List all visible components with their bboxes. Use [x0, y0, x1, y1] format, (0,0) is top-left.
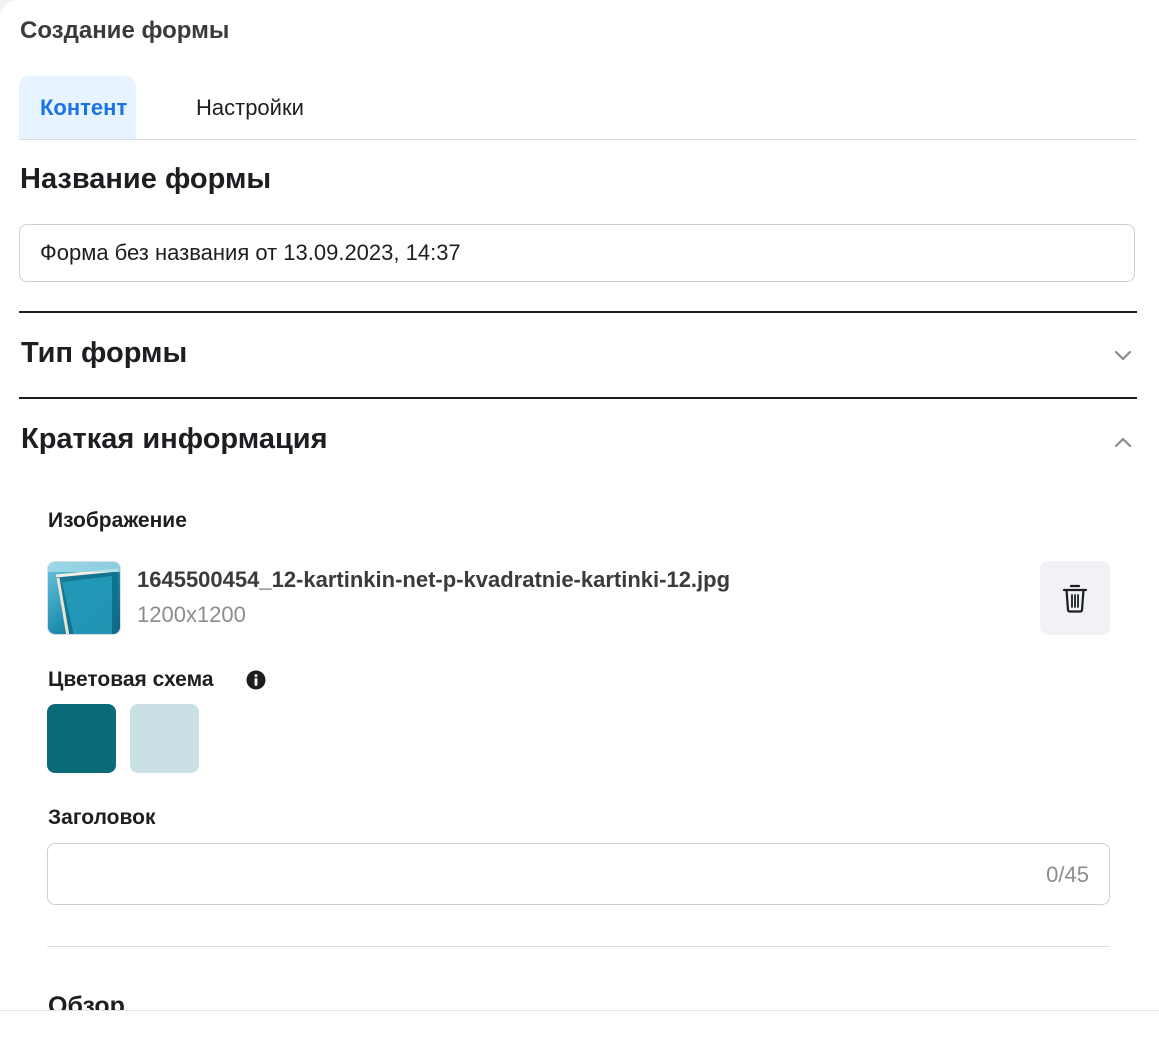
- headline-input[interactable]: 0/45: [47, 843, 1110, 905]
- form-name-title: Название формы: [20, 163, 272, 195]
- color-swatch-primary[interactable]: [47, 704, 116, 773]
- chevron-down-icon[interactable]: [1108, 341, 1138, 371]
- tab-bar: Контент Настройки: [19, 76, 1137, 140]
- delete-image-button[interactable]: [1040, 561, 1110, 635]
- image-label: Изображение: [48, 509, 187, 532]
- overview-label: Обзор: [48, 992, 125, 1010]
- tab-content[interactable]: Контент: [19, 76, 136, 139]
- section-divider: [47, 946, 1110, 947]
- image-dimensions: 1200x1200: [137, 602, 246, 627]
- trash-icon: [1062, 584, 1088, 613]
- form-creation-panel: Создание формы Контент Настройки Названи…: [0, 0, 1159, 1010]
- chevron-up-icon[interactable]: [1108, 427, 1138, 457]
- brief-info-title[interactable]: Краткая информация: [21, 423, 328, 456]
- form-name-input[interactable]: [19, 224, 1135, 282]
- page-title: Создание формы: [20, 17, 230, 44]
- color-scheme-label: Цветовая схема: [48, 668, 214, 691]
- form-type-title[interactable]: Тип формы: [21, 337, 187, 370]
- section-divider: [19, 311, 1137, 313]
- info-icon[interactable]: [246, 670, 266, 690]
- image-file-name: 1645500454_12-kartinkin-net-p-kvadratnie…: [137, 567, 731, 592]
- footer-bar: [0, 1010, 1159, 1060]
- headline-label: Заголовок: [48, 806, 156, 829]
- image-thumbnail[interactable]: [47, 561, 121, 635]
- section-divider: [19, 397, 1137, 399]
- headline-char-counter: 0/45: [1046, 862, 1089, 887]
- color-swatch-secondary[interactable]: [130, 704, 199, 773]
- tab-settings[interactable]: Настройки: [176, 76, 324, 139]
